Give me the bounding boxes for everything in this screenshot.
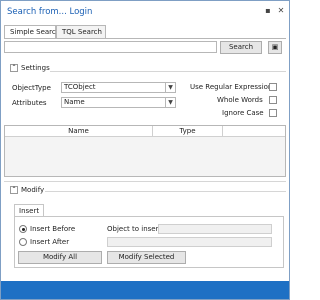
tab-simple-search[interactable]: Simple Search [4,25,60,39]
chevron-down-icon: ▼ [165,98,175,107]
insert-value-field[interactable] [107,237,272,247]
title-bar: Search from... Login ▪ ✕ [1,1,289,23]
use-regex-checkbox[interactable] [269,83,277,91]
ignore-case-label: Ignore Case [222,109,264,117]
pin-icon[interactable]: ▪ [263,6,273,16]
column-header-type[interactable]: Type [153,126,223,136]
object-to-insert-label: Object to insert: [107,225,164,233]
search-button[interactable]: Search [220,41,262,54]
search-input[interactable] [4,41,217,53]
insert-after-radio[interactable] [19,238,27,246]
insert-before-label: Insert Before [30,225,76,233]
modify-divider [45,191,286,192]
object-type-value: TCObject [64,83,96,91]
whole-words-checkbox[interactable] [269,96,277,104]
settings-icon: ▣ [271,43,279,51]
settings-header[interactable]: ⌃ Settings [10,64,50,72]
close-icon[interactable]: ✕ [276,6,286,16]
results-header: Name Type [5,126,285,137]
modify-heading: Modify [21,186,45,194]
grid-divider [4,181,286,182]
collapse-icon: ⌃ [10,64,18,72]
object-type-select[interactable]: TCObject ▼ [61,82,176,93]
settings-divider [50,71,286,72]
status-bar [1,281,289,299]
attributes-label: Attributes [12,99,47,107]
attributes-select[interactable]: Name ▼ [61,97,176,108]
insert-before-radio[interactable] [19,225,27,233]
window-title: Search from... Login [7,7,93,17]
insert-after-label: Insert After [30,238,70,246]
attributes-value: Name [64,98,85,106]
modify-header[interactable]: ⌃ Modify [10,186,44,194]
results-table[interactable]: Name Type [4,125,286,177]
settings-heading: Settings [21,64,50,72]
modify-all-button[interactable]: Modify All [18,251,102,264]
search-options-button[interactable]: ▣ [268,41,282,54]
object-to-insert-field[interactable] [158,224,272,234]
collapse-icon: ⌃ [10,186,18,194]
chevron-down-icon: ▼ [165,83,175,92]
tab-tql-search[interactable]: TQL Search [56,25,106,38]
modify-selected-button[interactable]: Modify Selected [107,251,186,264]
tab-divider [4,38,286,39]
column-header-name[interactable]: Name [5,126,153,136]
whole-words-label: Whole Words [217,96,263,104]
object-type-label: ObjectType [12,84,51,92]
ignore-case-checkbox[interactable] [269,109,277,117]
use-regex-label: Use Regular Expression [190,83,273,91]
